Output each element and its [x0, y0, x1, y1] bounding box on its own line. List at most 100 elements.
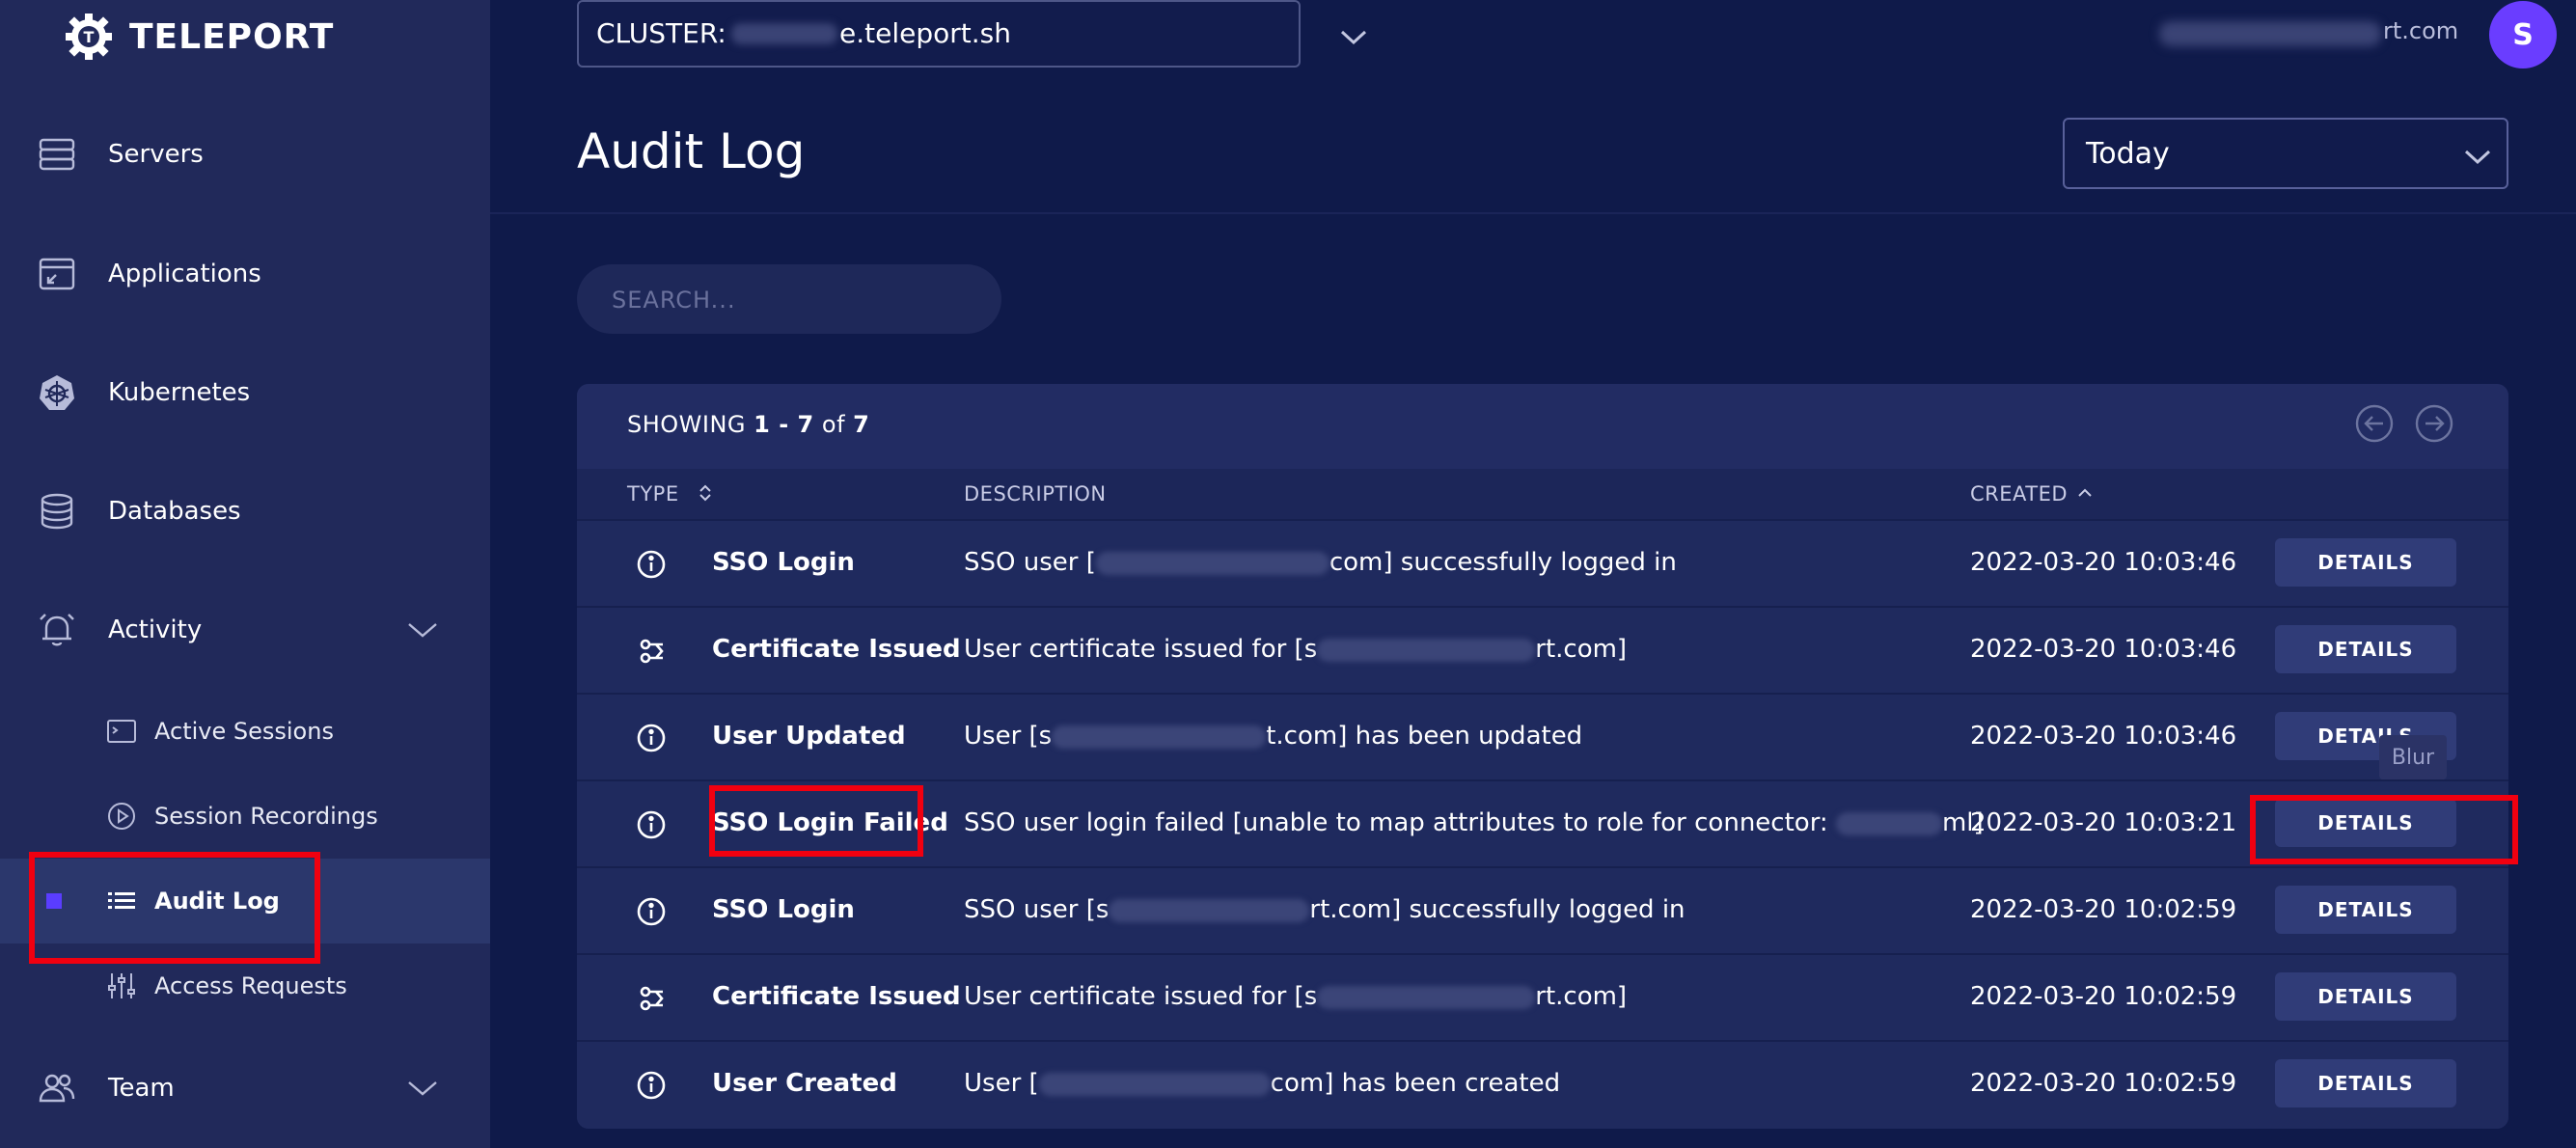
terminal-icon: [107, 720, 136, 743]
event-created: 2022-03-20 10:03:46: [1970, 722, 2237, 751]
details-button[interactable]: DETAILS: [2275, 972, 2456, 1021]
sidebar-item-label: Access Requests: [154, 972, 347, 999]
event-description: SSO user [s rt.com] successfully logged i…: [964, 895, 1685, 924]
event-type: Certificate Issued: [712, 982, 961, 1011]
table-row: User Created User [com] has been created…: [577, 1040, 2508, 1129]
event-description: SSO user [com] successfully logged in: [964, 548, 1677, 577]
application-icon: [39, 258, 75, 290]
avatar[interactable]: S: [2489, 1, 2557, 68]
topbar: CLUSTER: e.teleport.sh rt.com S: [490, 0, 2576, 87]
column-headers: TYPE DESCRIPTION CREATED: [577, 469, 2508, 519]
table-row: Certificate Issued User certificate issu…: [577, 953, 2508, 1042]
sidebar-item-session-recordings[interactable]: Session Recordings: [0, 774, 490, 859]
team-icon: [39, 1074, 75, 1103]
sidebar-item-label: Servers: [108, 140, 204, 169]
divider: [490, 212, 2576, 214]
event-description: User certificate issued for [s rt.com]: [964, 635, 1628, 664]
blur-tooltip: Blur: [2379, 735, 2447, 779]
chevron-down-icon: [1340, 30, 1367, 45]
table-row: User Updated User [s t.com] has been upda…: [577, 693, 2508, 781]
chevron-down-icon: [408, 1081, 437, 1096]
sidebar-item-label: Databases: [108, 497, 241, 526]
table-row: SSO Login SSO user [com] successfully lo…: [577, 519, 2508, 608]
redacted-blur: [1835, 811, 1942, 835]
pagination-summary: SHOWING 1 - 7 of 7: [627, 411, 869, 438]
sidebar-item-applications[interactable]: Applications: [0, 240, 490, 308]
redacted-blur: [2159, 21, 2381, 46]
details-button[interactable]: DETAILS: [2275, 625, 2456, 673]
previous-page-icon[interactable]: [2354, 403, 2395, 444]
redacted-blur: [1317, 985, 1536, 1009]
redacted-blur: [1095, 551, 1329, 575]
column-header-type[interactable]: TYPE: [627, 482, 679, 506]
chevron-down-icon: [2464, 150, 2491, 165]
event-created: 2022-03-20 10:03:46: [1970, 635, 2237, 664]
highlight-audit-log: [29, 852, 320, 964]
user-email[interactable]: rt.com: [2383, 17, 2458, 44]
event-type: SSO Login: [712, 895, 855, 924]
sliders-icon: [108, 973, 135, 998]
sidebar-item-label: Session Recordings: [154, 803, 378, 830]
cluster-value: e.teleport.sh: [839, 17, 1011, 49]
details-button[interactable]: DETAILS: [2275, 538, 2456, 587]
sidebar-item-label: Applications: [108, 260, 261, 288]
sidebar-item-label: Activity: [108, 615, 203, 644]
details-button[interactable]: DETAILS: [2275, 1059, 2456, 1107]
event-created: 2022-03-20 10:02:59: [1970, 982, 2237, 1011]
teleport-logo[interactable]: T TELEPORT: [64, 8, 334, 66]
sidebar-item-label: Kubernetes: [108, 378, 251, 407]
sidebar-item-servers[interactable]: Servers: [0, 121, 490, 188]
redacted-blur: [1038, 1072, 1271, 1096]
brand-name: TELEPORT: [129, 16, 335, 57]
table-row: SSO Login SSO user [s rt.com] successfull…: [577, 866, 2508, 955]
date-range-select[interactable]: Today: [2063, 118, 2508, 189]
sidebar-item-team[interactable]: Team: [0, 1054, 490, 1122]
redacted-blur: [1317, 638, 1536, 662]
next-page-icon[interactable]: [2414, 403, 2454, 444]
info-icon: [637, 1071, 666, 1100]
sidebar-item-active-sessions[interactable]: Active Sessions: [0, 689, 490, 774]
event-created: 2022-03-20 10:03:21: [1970, 808, 2237, 837]
event-description: User certificate issued for [s rt.com]: [964, 982, 1628, 1011]
showing-total: 7: [853, 411, 870, 438]
sidebar-item-label: Active Sessions: [154, 718, 334, 745]
sidebar: T TELEPORT Servers Applications Kubernet…: [0, 0, 490, 1148]
info-icon: [637, 897, 666, 926]
sidebar-item-label: Team: [108, 1074, 175, 1103]
sidebar-item-activity[interactable]: Activity: [0, 596, 490, 664]
sidebar-item-kubernetes[interactable]: Kubernetes: [0, 359, 490, 426]
highlight-details-button: [2250, 795, 2518, 864]
column-header-created[interactable]: CREATED: [1970, 482, 2068, 506]
sort-ascending-icon[interactable]: [2074, 482, 2096, 504]
info-icon: [637, 724, 666, 752]
details-button[interactable]: DETAILS: [2275, 886, 2456, 934]
event-type: User Created: [712, 1069, 897, 1098]
event-type: Certificate Issued: [712, 635, 961, 664]
database-icon: [41, 493, 73, 530]
bell-icon: [40, 614, 74, 646]
certificate-icon: [640, 986, 664, 1011]
info-icon: [637, 550, 666, 579]
event-description: User [com] has been created: [964, 1069, 1561, 1098]
sidebar-item-databases[interactable]: Databases: [0, 478, 490, 545]
event-type: SSO Login: [712, 548, 855, 577]
search-input[interactable]: [610, 284, 980, 316]
page-title: Audit Log: [577, 123, 806, 179]
audit-log-table: SHOWING 1 - 7 of 7 TYPE DESCRIPTION CREA…: [577, 384, 2508, 1129]
info-icon: [637, 810, 666, 839]
event-created: 2022-03-20 10:02:59: [1970, 1069, 2237, 1098]
showing-range: 1 - 7: [754, 411, 814, 438]
sort-icon[interactable]: [695, 482, 716, 504]
cluster-label: CLUSTER:: [596, 17, 726, 49]
certificate-icon: [640, 639, 664, 664]
redacted-blur: [1109, 898, 1310, 922]
redacted-blur: [731, 23, 837, 44]
server-icon: [39, 138, 75, 171]
search-box[interactable]: [577, 264, 1001, 334]
date-range-value: Today: [2086, 137, 2170, 171]
play-icon: [108, 803, 135, 830]
column-header-description: DESCRIPTION: [964, 482, 1107, 506]
table-row: Certificate Issued User certificate issu…: [577, 606, 2508, 695]
event-description: SSO user login failed [unable to map att…: [964, 808, 1984, 837]
cluster-select[interactable]: CLUSTER: e.teleport.sh: [577, 0, 1367, 68]
